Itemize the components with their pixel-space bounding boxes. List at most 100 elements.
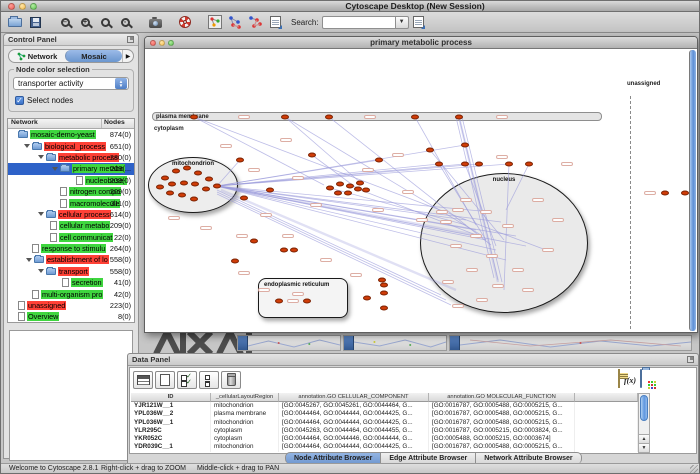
- table-row[interactable]: YDR039C__1mitochondrion[GO:0044464, GO:0…: [131, 443, 638, 451]
- select-nodes-checkbox[interactable]: ✓: [15, 96, 24, 105]
- graph-node[interactable]: [455, 115, 463, 120]
- graph-node[interactable]: [190, 115, 198, 120]
- open-folder-icon[interactable]: [5, 13, 25, 31]
- column-header[interactable]: annotation.GO CELLULAR_COMPONENT: [279, 393, 429, 402]
- tree-row[interactable]: biological_process651(0): [8, 140, 134, 151]
- delete-attribute-icon[interactable]: [221, 371, 241, 389]
- graph-node[interactable]: [202, 187, 210, 192]
- expand-triangle-icon[interactable]: [52, 167, 58, 171]
- graph-node[interactable]: [250, 239, 258, 244]
- tree-row[interactable]: Overview8(0): [8, 311, 134, 322]
- graph-node[interactable]: [168, 182, 176, 187]
- minimized-window[interactable]: [449, 335, 692, 351]
- column-header[interactable]: annotation.GO MOLECULAR_FUNCTION: [429, 393, 575, 402]
- column-header[interactable]: [575, 393, 638, 402]
- graph-node[interactable]: [334, 191, 342, 196]
- graph-node[interactable]: [363, 296, 371, 301]
- graph-node[interactable]: [191, 182, 199, 187]
- graph-node[interactable]: [236, 158, 244, 163]
- graph-node[interactable]: [290, 248, 298, 253]
- minimized-window[interactable]: [237, 335, 341, 351]
- expand-triangle-icon[interactable]: [24, 144, 30, 148]
- table-row[interactable]: YLR295Ccytoplasm[GO:0045263, GO:0044464,…: [131, 427, 638, 435]
- graph-node[interactable]: [426, 148, 434, 153]
- help-ring-icon[interactable]: [175, 13, 195, 31]
- zoom-selected-region-icon[interactable]: ▫: [115, 13, 135, 31]
- graph-node[interactable]: [303, 299, 311, 304]
- minimize-icon[interactable]: [159, 40, 165, 46]
- graph-node[interactable]: [205, 177, 213, 182]
- tree-row[interactable]: establishment of lo558(0): [8, 254, 134, 265]
- select-attributes-icon[interactable]: [133, 371, 153, 389]
- graph-node[interactable]: [166, 191, 174, 196]
- graph-node[interactable]: [411, 115, 419, 120]
- table-row[interactable]: YPL036W__2plasma membrane[GO:0044464, GO…: [131, 410, 638, 418]
- tree-row[interactable]: cellular metabo209(0): [8, 220, 134, 231]
- tree-row[interactable]: metabolic process280(0): [8, 152, 134, 163]
- graph-node[interactable]: [354, 187, 362, 192]
- graph-node[interactable]: [325, 115, 333, 120]
- graph-node[interactable]: [275, 299, 283, 304]
- search-input[interactable]: [322, 16, 396, 29]
- graph-node[interactable]: [505, 162, 513, 167]
- scroll-up-icon[interactable]: ▲: [639, 434, 649, 443]
- graph-node[interactable]: [356, 181, 364, 186]
- table-row[interactable]: YJR121W__1mitochondrion[GO:0045267, GO:0…: [131, 402, 638, 410]
- node-color-dropdown[interactable]: transporter activity ▲▼: [13, 77, 129, 90]
- graph-node[interactable]: [308, 153, 316, 158]
- new-attribute-icon[interactable]: [155, 371, 175, 389]
- network-canvas[interactable]: plasma membrane cytoplasm mitochondrion …: [146, 50, 696, 331]
- graph-node[interactable]: [461, 143, 469, 148]
- attribute-checklist-icon[interactable]: ✓✓: [177, 371, 197, 389]
- tree-row[interactable]: nucleobase-209(0): [8, 175, 134, 186]
- scrollbar-thumb[interactable]: [640, 395, 648, 421]
- graph-node[interactable]: [344, 191, 352, 196]
- graph-node[interactable]: [281, 115, 289, 120]
- zoom-in-icon[interactable]: +: [75, 13, 95, 31]
- tab-overflow-arrow-icon[interactable]: ▶: [122, 50, 133, 62]
- graph-node[interactable]: [231, 259, 239, 264]
- graph-node[interactable]: [178, 193, 186, 198]
- tree-row[interactable]: cellular process614(0): [8, 209, 134, 220]
- tree-row[interactable]: secretion41(0): [8, 277, 134, 288]
- column-header[interactable]: _cellularLayoutRegion: [211, 393, 279, 402]
- window-titlebar[interactable]: Cytoscape Desktop (New Session): [1, 1, 699, 12]
- graph-node[interactable]: [280, 248, 288, 253]
- graph-node[interactable]: [156, 185, 164, 190]
- network-manager-icon[interactable]: [205, 13, 225, 31]
- network-window-titlebar[interactable]: primary metabolic process: [145, 37, 697, 49]
- graph-node[interactable]: [180, 181, 188, 186]
- column-header[interactable]: ID: [131, 393, 211, 402]
- search-dropdown-arrow-icon[interactable]: ▼: [396, 16, 409, 29]
- tree-row[interactable]: unassigned223(0): [8, 300, 134, 311]
- expand-triangle-icon[interactable]: [26, 258, 32, 262]
- graph-node[interactable]: [461, 162, 469, 167]
- graph-node[interactable]: [380, 283, 388, 288]
- graph-node[interactable]: [661, 191, 669, 196]
- zoom-button[interactable]: [30, 3, 37, 10]
- expand-triangle-icon[interactable]: [38, 212, 44, 216]
- graph-node[interactable]: [681, 191, 689, 196]
- tree-row[interactable]: primary metabo209(...: [8, 163, 134, 174]
- tab-mosaic[interactable]: Mosaic: [65, 50, 122, 62]
- minimized-window[interactable]: [343, 335, 447, 351]
- graph-node[interactable]: [336, 182, 344, 187]
- resize-grip[interactable]: [690, 465, 698, 473]
- unselect-attributes-icon[interactable]: [199, 371, 219, 389]
- graph-node[interactable]: [183, 166, 191, 171]
- graph-node[interactable]: [435, 162, 443, 167]
- maximize-icon[interactable]: [168, 40, 174, 46]
- graph-node[interactable]: [326, 186, 334, 191]
- zoom-fit-icon[interactable]: [95, 13, 115, 31]
- tree-row[interactable]: nitrogen compo209(0): [8, 186, 134, 197]
- import-form-icon[interactable]: [265, 13, 285, 31]
- tree-row[interactable]: cell communicat22(0): [8, 232, 134, 243]
- attribute-notes-icon[interactable]: [618, 370, 620, 388]
- tree-row[interactable]: transport558(0): [8, 266, 134, 277]
- float-panel-icon[interactable]: [127, 36, 134, 43]
- zoom-out-icon[interactable]: –: [55, 13, 75, 31]
- graph-node[interactable]: [380, 306, 388, 311]
- graph-node[interactable]: [380, 291, 388, 296]
- graph-node[interactable]: [525, 162, 533, 167]
- graph-node[interactable]: [475, 162, 483, 167]
